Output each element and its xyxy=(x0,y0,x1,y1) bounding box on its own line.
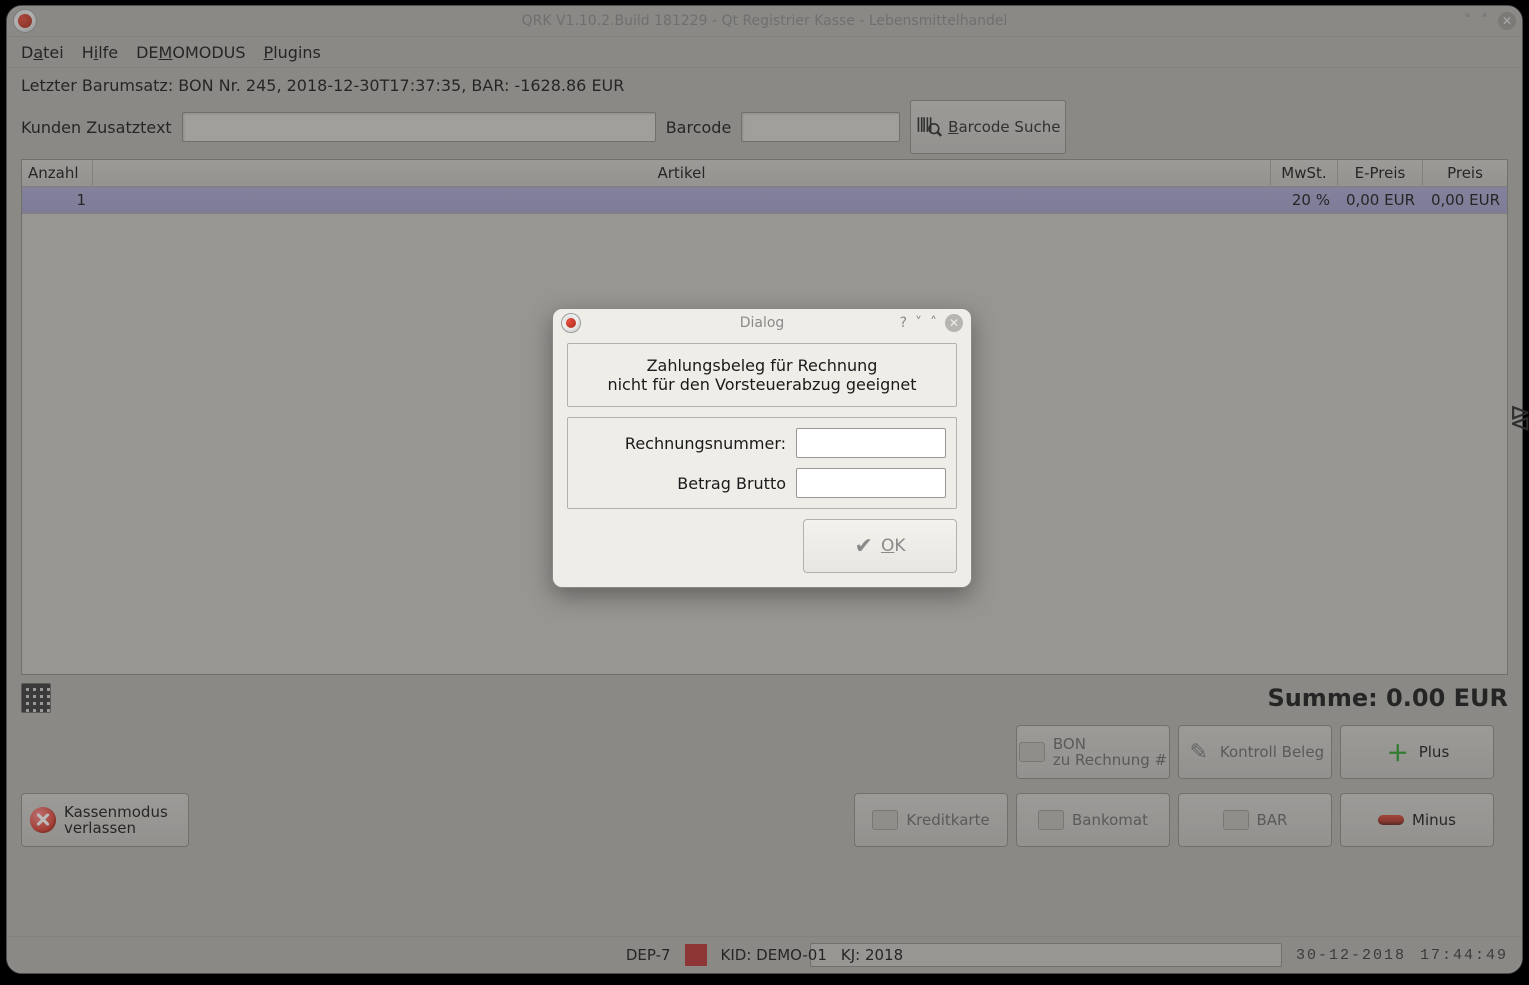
bankomat-label: Bankomat xyxy=(1072,811,1148,829)
bon-zu-rechnung-button[interactable]: BON zu Rechnung # xyxy=(1016,725,1170,779)
barcode-input[interactable] xyxy=(741,112,900,142)
window-close-button[interactable]: ✕ xyxy=(1498,12,1516,30)
plus-label: Plus xyxy=(1419,743,1450,761)
th-anzahl[interactable]: Anzahl xyxy=(22,160,93,186)
summe-label: Summe: 0.00 EUR xyxy=(1267,684,1508,712)
bon-line1: BON xyxy=(1053,736,1167,753)
check-icon: ✔ xyxy=(855,534,873,559)
kontroll-label: Kontroll Beleg xyxy=(1220,743,1324,761)
receipt-icon xyxy=(1019,742,1045,762)
betrag-brutto-label: Betrag Brutto xyxy=(578,474,786,493)
bar-label: BAR xyxy=(1257,811,1288,829)
barcode-search-icon xyxy=(916,114,942,140)
th-preis[interactable]: Preis xyxy=(1423,160,1507,186)
rechnungsnummer-input[interactable] xyxy=(796,428,946,458)
bankomat-icon xyxy=(1038,810,1064,830)
cell-artikel[interactable] xyxy=(93,187,1270,213)
cell-epreis[interactable]: 0,00 EUR xyxy=(1337,187,1422,213)
kunden-zusatztext-input[interactable] xyxy=(182,112,656,142)
kontroll-beleg-button[interactable]: ✎ Kontroll Beleg xyxy=(1178,725,1332,779)
status-time: 17:44:49 xyxy=(1420,947,1508,964)
dialog-ok-button[interactable]: ✔ OK xyxy=(803,519,957,573)
dialog-maximize-button[interactable]: ˄ xyxy=(930,315,937,331)
th-epreis[interactable]: E-Preis xyxy=(1338,160,1423,186)
cash-icon xyxy=(1223,810,1249,830)
kassenmodus-verlassen-button[interactable]: Kassenmodus verlassen xyxy=(21,793,189,847)
betrag-brutto-input[interactable] xyxy=(796,468,946,498)
plus-icon: ＋ xyxy=(1385,739,1411,765)
dialog-app-icon xyxy=(561,313,581,333)
status-date: 30-12-2018 xyxy=(1296,947,1406,964)
cell-mwst[interactable]: 20 % xyxy=(1270,187,1337,213)
barcode-search-button[interactable]: Barcode Suche xyxy=(910,100,1066,154)
menu-plugins[interactable]: Plugins xyxy=(264,43,321,62)
minus-icon xyxy=(1378,815,1404,825)
creditcard-icon xyxy=(872,810,898,830)
barcode-label: Barcode xyxy=(666,118,732,137)
minus-label: Minus xyxy=(1412,811,1456,829)
statusbar: DEP-7 KID: DEMO-01 KJ: 2018 30-12-2018 1… xyxy=(7,936,1522,973)
menu-hilfe[interactable]: Hilfe xyxy=(82,43,118,62)
cell-preis[interactable]: 0,00 EUR xyxy=(1422,187,1507,213)
table-header-row: Anzahl Artikel MwSt. E-Preis Preis xyxy=(22,160,1507,187)
table-row[interactable]: 1 20 % 0,00 EUR 0,00 EUR xyxy=(22,187,1507,214)
kunden-zusatztext-label: Kunden Zusatztext xyxy=(21,118,172,137)
status-dep: DEP-7 xyxy=(626,946,671,964)
th-artikel[interactable]: Artikel xyxy=(93,160,1271,186)
app-icon xyxy=(13,9,37,33)
window-maximize-button[interactable]: ˄ xyxy=(1481,13,1488,29)
dialog-info-line2: nicht für den Vorsteuerabzug geeignet xyxy=(578,375,946,394)
last-transaction-text: Letzter Barumsatz: BON Nr. 245, 2018-12-… xyxy=(21,76,1508,95)
pencil-icon: ✎ xyxy=(1186,739,1212,765)
kreditkarte-label: Kreditkarte xyxy=(906,811,989,829)
kassenmodus-line1: Kassenmodus xyxy=(64,804,168,821)
status-kid: KID: DEMO-01 xyxy=(721,946,827,964)
menubar: Datei Hilfe DEMOMODUS Plugins xyxy=(7,37,1522,68)
dialog-minimize-button[interactable]: ˅ xyxy=(915,315,922,331)
kreditkarte-button[interactable]: Kreditkarte xyxy=(854,793,1008,847)
window-title: QRK V1.10.2.Build 181229 - Qt Registrier… xyxy=(7,13,1522,29)
dialog-close-button[interactable]: ✕ xyxy=(945,314,963,332)
dialog-help-button[interactable]: ? xyxy=(900,315,907,331)
dialog-info-line1: Zahlungsbeleg für Rechnung xyxy=(578,356,946,375)
plus-button[interactable]: ＋ Plus xyxy=(1340,725,1494,779)
menu-datei[interactable]: Datei xyxy=(21,43,64,62)
titlebar: QRK V1.10.2.Build 181229 - Qt Registrier… xyxy=(7,6,1522,37)
bar-button[interactable]: BAR xyxy=(1178,793,1332,847)
th-mwst[interactable]: MwSt. xyxy=(1271,160,1338,186)
kassenmodus-line2: verlassen xyxy=(64,820,168,837)
rechnungsnummer-label: Rechnungsnummer: xyxy=(578,434,786,453)
minus-button[interactable]: Minus xyxy=(1340,793,1494,847)
bon-line2: zu Rechnung # xyxy=(1053,752,1167,769)
status-indicator-icon xyxy=(685,944,707,966)
exit-icon xyxy=(30,807,56,833)
window-minimize-button[interactable]: ˅ xyxy=(1464,13,1471,29)
side-expand-handle[interactable]: ⧎ xyxy=(1509,402,1529,432)
payment-dialog: Dialog ? ˅ ˄ ✕ Zahlungsbeleg für Rechnun… xyxy=(552,308,972,588)
cell-anzahl[interactable]: 1 xyxy=(22,187,93,213)
numpad-button[interactable] xyxy=(21,683,51,713)
status-kj: KJ: 2018 xyxy=(841,946,903,964)
main-window: QRK V1.10.2.Build 181229 - Qt Registrier… xyxy=(6,5,1523,974)
menu-demomodus[interactable]: DEMOMODUS xyxy=(136,43,245,62)
bankomat-button[interactable]: Bankomat xyxy=(1016,793,1170,847)
